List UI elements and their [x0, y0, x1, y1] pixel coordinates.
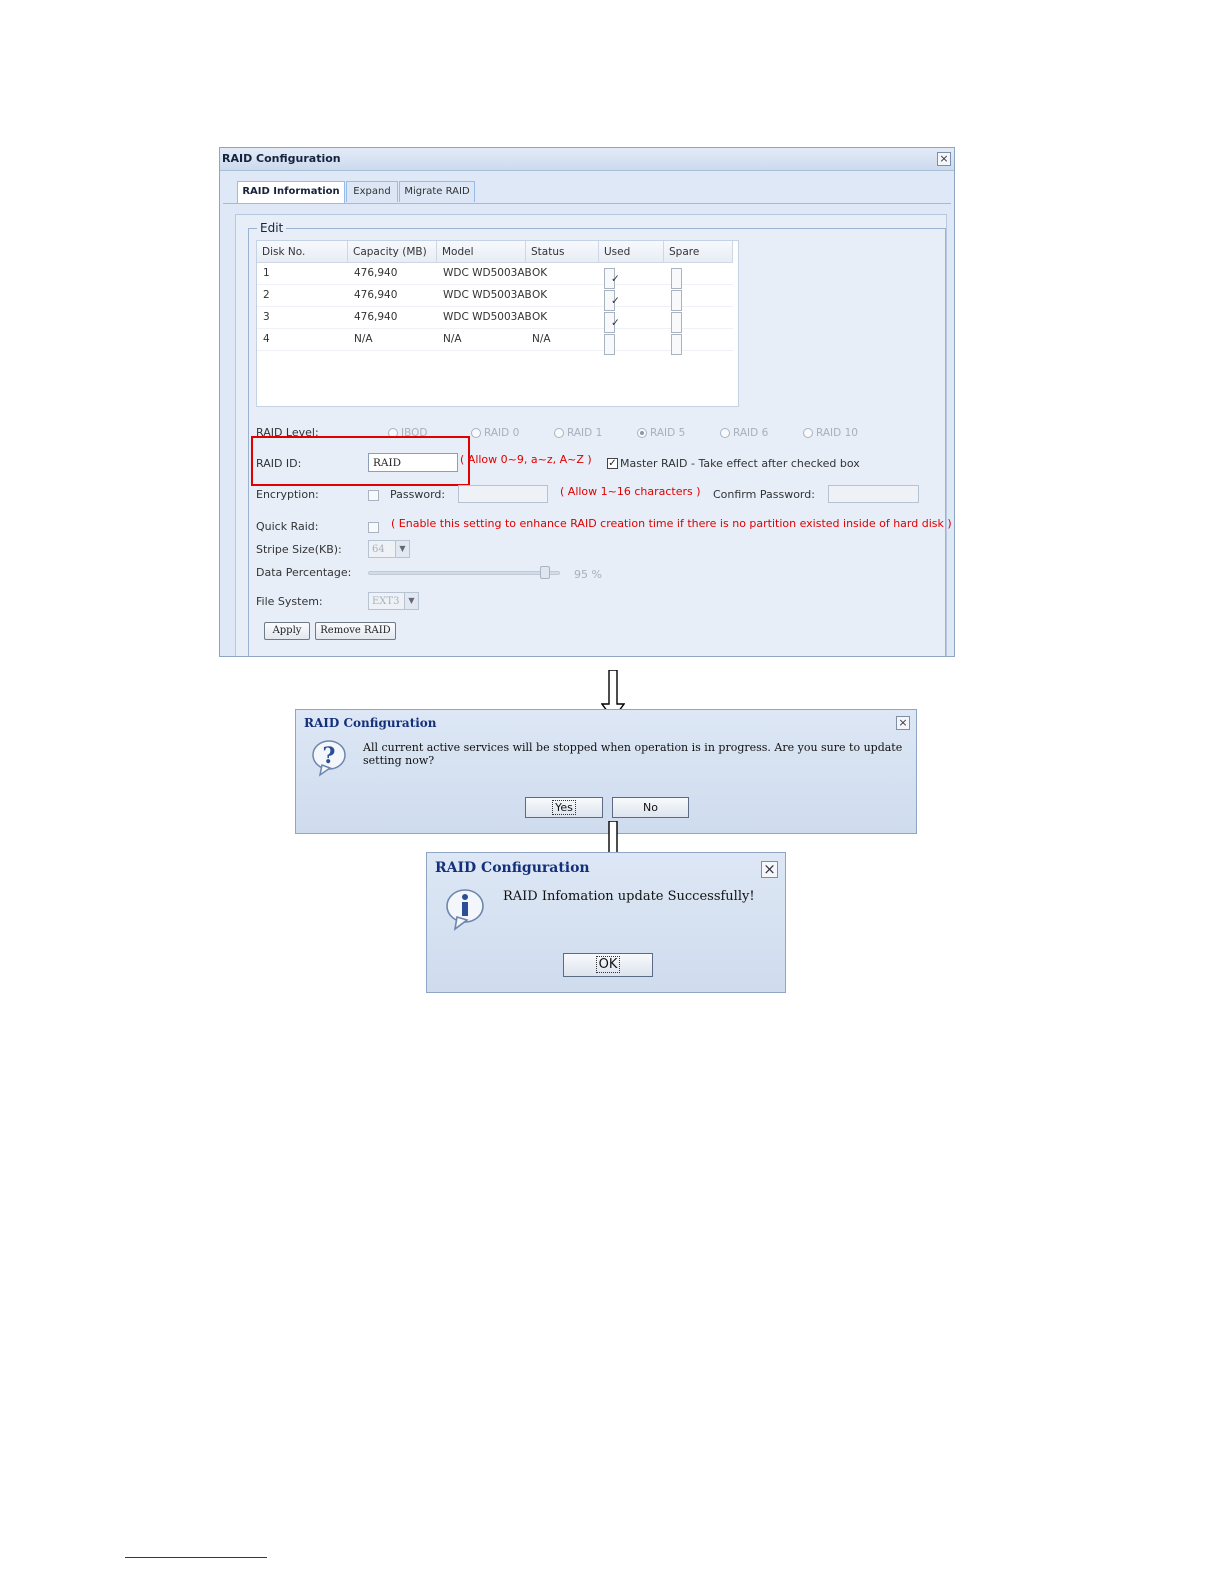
- file-system-value: EXT3: [372, 596, 400, 607]
- raid-level-option-label: RAID 1: [567, 427, 603, 439]
- column-header-status[interactable]: Status: [526, 241, 599, 262]
- password-label: Password:: [390, 488, 446, 501]
- table-row[interactable]: 3 476,940 WDC WD5003AB OK ✓: [257, 307, 733, 333]
- confirm-password-label: Confirm Password:: [713, 488, 815, 501]
- encryption-checkbox[interactable]: [368, 490, 379, 501]
- raid-level-option-label: RAID 10: [816, 427, 858, 439]
- stripe-size-value: 64: [372, 544, 385, 555]
- column-header-used[interactable]: Used: [599, 241, 664, 262]
- yes-button[interactable]: Yes: [525, 797, 603, 818]
- stripe-size-select[interactable]: 64 ▼: [368, 540, 410, 558]
- chevron-down-icon[interactable]: ▼: [395, 541, 409, 557]
- tab-strip: RAID Information Expand Migrate RAID: [223, 177, 951, 204]
- question-icon: ?: [312, 740, 346, 777]
- dialog-message: All current active services will be stop…: [363, 741, 903, 767]
- table-header: Disk No. Capacity (MB) Model Status Used…: [257, 241, 733, 263]
- cell-status: OK: [532, 267, 548, 279]
- cell-capacity: 476,940: [354, 267, 398, 279]
- column-header-capacity[interactable]: Capacity (MB): [348, 241, 437, 262]
- dialog-title: RAID Configuration: [304, 716, 437, 730]
- table-row[interactable]: 4 N/A N/A N/A: [257, 329, 733, 355]
- file-system-select[interactable]: EXT3 ▼: [368, 592, 419, 610]
- fieldset-legend: Edit: [257, 221, 287, 235]
- close-icon[interactable]: ×: [937, 152, 951, 166]
- data-percentage-slider-track[interactable]: [368, 571, 560, 575]
- data-percentage-value: 95 %: [574, 568, 602, 581]
- table-row[interactable]: 2 476,940 WDC WD5003AB OK ✓: [257, 285, 733, 311]
- raid-level-option-label: RAID 6: [733, 427, 769, 439]
- tab-expand[interactable]: Expand: [346, 181, 398, 202]
- master-raid-label: Master RAID - Take effect after checked …: [620, 457, 860, 470]
- cell-capacity: N/A: [354, 333, 373, 345]
- remove-raid-button[interactable]: Remove RAID: [315, 622, 396, 640]
- ok-button-label: OK: [595, 956, 621, 973]
- used-checkbox[interactable]: [604, 334, 615, 355]
- stripe-size-label: Stripe Size(KB):: [256, 543, 342, 556]
- chevron-down-icon[interactable]: ▼: [404, 593, 418, 609]
- password-input[interactable]: [458, 485, 548, 503]
- raid-level-option-label: RAID 0: [484, 427, 520, 439]
- column-header-model[interactable]: Model: [437, 241, 526, 262]
- table-row[interactable]: 1 476,940 WDC WD5003AB OK ✓: [257, 263, 733, 289]
- raid-level-radio[interactable]: [471, 428, 481, 438]
- apply-button[interactable]: Apply: [264, 622, 310, 640]
- svg-text:?: ?: [323, 743, 336, 769]
- tab-raid-information[interactable]: RAID Information: [237, 181, 345, 203]
- footnote-separator: [125, 1557, 267, 1558]
- data-percentage-slider-handle[interactable]: [539, 566, 550, 579]
- cell-model: WDC WD5003AB: [443, 267, 532, 279]
- raid-level-radio[interactable]: [720, 428, 730, 438]
- raid-level-radio[interactable]: [803, 428, 813, 438]
- data-percentage-label: Data Percentage:: [256, 566, 352, 579]
- cell-status: OK: [532, 311, 548, 323]
- cell-model: N/A: [443, 333, 462, 345]
- cell-status: OK: [532, 289, 548, 301]
- close-icon[interactable]: ×: [761, 861, 778, 878]
- window-title: RAID Configuration: [222, 152, 341, 165]
- column-header-disk-no[interactable]: Disk No.: [257, 241, 348, 262]
- dialog-message: RAID Infomation update Successfully!: [503, 889, 755, 904]
- cell-model: WDC WD5003AB: [443, 311, 532, 323]
- cell-model: WDC WD5003AB: [443, 289, 532, 301]
- confirm-dialog: RAID Configuration × ? All current activ…: [295, 709, 917, 834]
- raid-level-option-label: RAID 5: [650, 427, 686, 439]
- password-hint: ( Allow 1~16 characters ): [560, 485, 701, 498]
- spare-checkbox[interactable]: [671, 334, 682, 355]
- file-system-label: File System:: [256, 595, 323, 608]
- master-raid-checkbox[interactable]: ✓: [607, 458, 618, 469]
- raid-id-hint: ( Allow 0~9, a~z, A~Z ): [460, 453, 592, 466]
- quick-raid-checkbox[interactable]: [368, 522, 379, 533]
- column-header-spare[interactable]: Spare: [664, 241, 733, 262]
- window-titlebar: RAID Configuration ×: [220, 148, 954, 171]
- success-dialog: RAID Configuration × RAID Infomation upd…: [426, 852, 786, 993]
- cell-status: N/A: [532, 333, 551, 345]
- cell-disk: 4: [263, 333, 270, 345]
- cell-disk: 3: [263, 311, 270, 323]
- close-icon[interactable]: ×: [896, 716, 910, 730]
- quick-raid-hint: ( Enable this setting to enhance RAID cr…: [391, 517, 952, 530]
- cell-capacity: 476,940: [354, 311, 398, 323]
- yes-button-label: Yes: [552, 800, 576, 815]
- cell-disk: 1: [263, 267, 270, 279]
- cell-disk: 2: [263, 289, 270, 301]
- disk-table: Disk No. Capacity (MB) Model Status Used…: [256, 240, 739, 407]
- ok-button[interactable]: OK: [563, 953, 653, 977]
- raid-level-radio[interactable]: [554, 428, 564, 438]
- info-icon: [446, 889, 484, 931]
- confirm-password-input[interactable]: [828, 485, 919, 503]
- encryption-label: Encryption:: [256, 488, 319, 501]
- no-button[interactable]: No: [612, 797, 689, 818]
- dialog-title: RAID Configuration: [435, 860, 590, 876]
- tab-migrate-raid[interactable]: Migrate RAID: [399, 181, 475, 202]
- raid-id-highlight-box: [251, 436, 470, 486]
- cell-capacity: 476,940: [354, 289, 398, 301]
- raid-level-radio[interactable]: [637, 428, 647, 438]
- quick-raid-label: Quick Raid:: [256, 520, 319, 533]
